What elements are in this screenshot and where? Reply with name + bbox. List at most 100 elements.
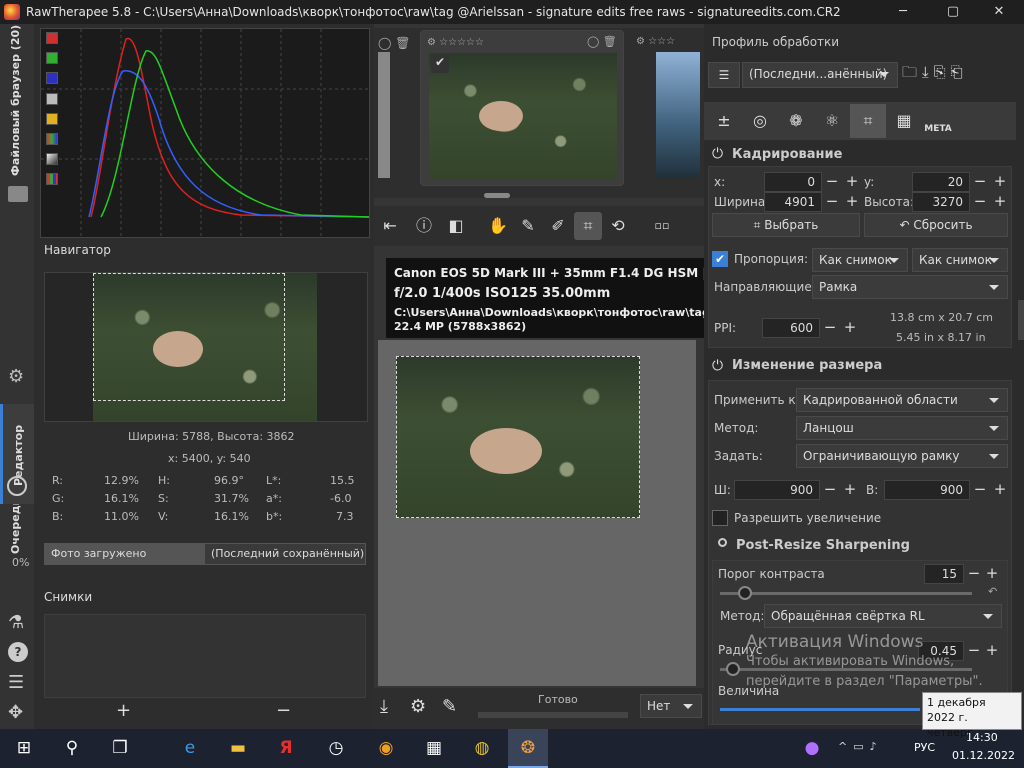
sharpen-radio-icon[interactable] <box>718 538 727 547</box>
gears-icon[interactable]: ⚙ <box>8 366 24 387</box>
histogram-green-toggle[interactable] <box>46 52 58 64</box>
crop-width-increment[interactable]: + <box>844 192 860 210</box>
info-icon[interactable]: ⓘ <box>410 212 438 240</box>
ratio-select-a[interactable]: Как снимок <box>812 248 908 272</box>
external-editor-icon[interactable]: ✎ <box>442 696 457 717</box>
crop-width-decrement[interactable]: − <box>824 192 840 210</box>
exposure-tab-icon[interactable]: ± <box>706 104 742 138</box>
crop-reset-button[interactable]: ↶ Сбросить <box>864 213 1008 237</box>
crop-height-input[interactable]: 3270 <box>912 192 970 212</box>
sliders-icon[interactable]: ☰ <box>8 672 24 693</box>
resize-power-icon[interactable]: ⏻ <box>712 358 723 374</box>
transform-tab-icon[interactable]: ⌗ <box>850 104 886 138</box>
queue-add-icon[interactable]: ⚙ <box>410 696 426 717</box>
add-snapshot-button[interactable]: + <box>116 700 131 721</box>
tray-icons[interactable]: ^▭♪ <box>838 740 883 753</box>
color-tab-icon[interactable]: ❁ <box>778 104 814 138</box>
amount-slider[interactable] <box>720 708 920 711</box>
histogram-red-toggle[interactable] <box>46 32 58 44</box>
histogram-mode-toggle[interactable] <box>46 173 58 185</box>
profile-select[interactable]: (Последни...анённый) <box>742 62 898 88</box>
crop-x-increment[interactable]: + <box>844 172 860 190</box>
navigator-viewport[interactable] <box>93 273 285 401</box>
alice-icon[interactable]: ● <box>792 729 832 768</box>
contrast-slider[interactable] <box>720 592 972 595</box>
histogram-luminance-toggle[interactable] <box>46 93 58 105</box>
tab-queue[interactable]: Очередь обработки <box>0 229 34 554</box>
resize-method-select[interactable]: Ланцош <box>796 416 1008 440</box>
yandex-browser-icon[interactable]: Я <box>266 729 306 768</box>
preview-mode-select[interactable]: Нет <box>640 694 702 718</box>
straighten-icon[interactable]: ⟲ <box>604 212 632 240</box>
white-balance-picker-icon[interactable]: ✎ <box>514 212 542 240</box>
resize-height-input[interactable]: 900 <box>884 480 970 500</box>
guides-select[interactable]: Рамка <box>812 275 1008 299</box>
thumbnail-next[interactable] <box>656 52 700 178</box>
thumbnail-rating[interactable]: ⚙ ☆☆☆☆☆ <box>427 37 484 48</box>
crop-width-input[interactable]: 4901 <box>764 192 822 212</box>
power-icon[interactable]: ⏻ <box>712 146 723 162</box>
crop-y-input[interactable]: 20 <box>912 172 970 192</box>
metadata-tab-icon[interactable]: META <box>920 104 956 138</box>
search-icon[interactable]: ⚲ <box>52 729 92 768</box>
filmstrip-scrollbar[interactable] <box>484 193 510 198</box>
thumbnail-trash-icon[interactable]: ◯ 🗑 <box>587 35 617 48</box>
crop-icon[interactable]: ⌗ <box>574 212 602 240</box>
task-view-icon[interactable]: ❐ <box>100 729 140 768</box>
start-button-icon[interactable]: ⊞ <box>4 729 44 768</box>
snapshots-list[interactable] <box>44 614 366 698</box>
resize-width-decrement[interactable]: − <box>822 480 838 498</box>
file-explorer-icon[interactable]: ▬ <box>218 729 258 768</box>
resize-width-increment[interactable]: + <box>842 480 858 498</box>
contrast-increment[interactable]: + <box>984 564 1000 582</box>
resize-height-decrement[interactable]: − <box>972 480 988 498</box>
navigator-preview[interactable] <box>44 272 368 422</box>
crop-height-decrement[interactable]: − <box>972 192 988 210</box>
clock-date[interactable]: 01.12.2022 <box>952 749 1015 762</box>
right-scrollbar[interactable] <box>1018 300 1024 340</box>
remove-snapshot-button[interactable]: − <box>276 700 291 721</box>
resize-spec-select[interactable]: Ограничивающую рамку <box>796 444 1008 468</box>
histogram-blue-toggle[interactable] <box>46 72 58 84</box>
thumbnail-next-rating[interactable]: ⚙ ☆☆☆ <box>636 36 675 47</box>
history-last-saved[interactable]: (Последний сохранённый) <box>204 543 366 565</box>
minimize-button[interactable]: ─ <box>880 0 926 24</box>
history-photo-loaded[interactable]: Фото загружено <box>44 543 204 565</box>
crop-x-input[interactable]: 0 <box>764 172 822 192</box>
histogram-bar-toggle[interactable] <box>46 153 58 165</box>
resize-height-increment[interactable]: + <box>992 480 1008 498</box>
save-icon[interactable]: ⤓ <box>380 696 388 717</box>
contrast-slider-knob[interactable] <box>738 586 752 600</box>
before-after-icon[interactable]: ◧ <box>442 212 470 240</box>
color-picker-icon[interactable]: ✐ <box>544 212 572 240</box>
thumbnail-check-icon[interactable]: ✔ <box>431 55 449 73</box>
resize-width-input[interactable]: 900 <box>734 480 820 500</box>
main-preview[interactable] <box>378 340 696 686</box>
ppi-decrement[interactable]: − <box>822 318 838 336</box>
resize-apply-select[interactable]: Кадрированной области <box>796 388 1008 412</box>
crop-y-increment[interactable]: + <box>992 172 1008 190</box>
sharpen-method-select[interactable]: Обращённая свёртка RL <box>764 604 1002 628</box>
upscale-checkbox[interactable] <box>712 510 728 526</box>
crop-select-button[interactable]: ⌗ Выбрать <box>712 213 860 237</box>
radius-increment[interactable]: + <box>984 641 1000 659</box>
raw-tab-icon[interactable]: ▦ <box>886 104 922 138</box>
ppi-increment[interactable]: + <box>842 318 858 336</box>
profile-list-icon[interactable]: ☰ <box>708 62 740 88</box>
tab-file-browser[interactable]: Файловый браузер (20) <box>0 24 34 184</box>
contrast-input[interactable]: 15 <box>924 564 964 584</box>
hand-tool-icon[interactable]: ✋ <box>484 212 512 240</box>
thumbnail-prev[interactable] <box>378 52 390 178</box>
move-icon[interactable]: ✥ <box>8 702 23 723</box>
crop-tool-icon[interactable]: ⚗ <box>8 612 24 633</box>
detail-tab-icon[interactable]: ◎ <box>742 104 778 138</box>
help-icon[interactable]: ? <box>8 642 28 662</box>
thumbnail-current[interactable]: ⚙ ☆☆☆☆☆ ◯ 🗑 ✔ <box>420 30 624 186</box>
contrast-reset-icon[interactable]: ↶ <box>988 585 997 598</box>
aperture-icon[interactable] <box>7 476 27 496</box>
ratio-checkbox[interactable]: ✔ <box>712 251 728 267</box>
crop-x-decrement[interactable]: − <box>824 172 840 190</box>
folder-icon[interactable] <box>8 186 28 202</box>
preview-mode-icon[interactable]: ▫▫ <box>648 212 676 240</box>
advanced-tab-icon[interactable]: ⚛ <box>814 104 850 138</box>
